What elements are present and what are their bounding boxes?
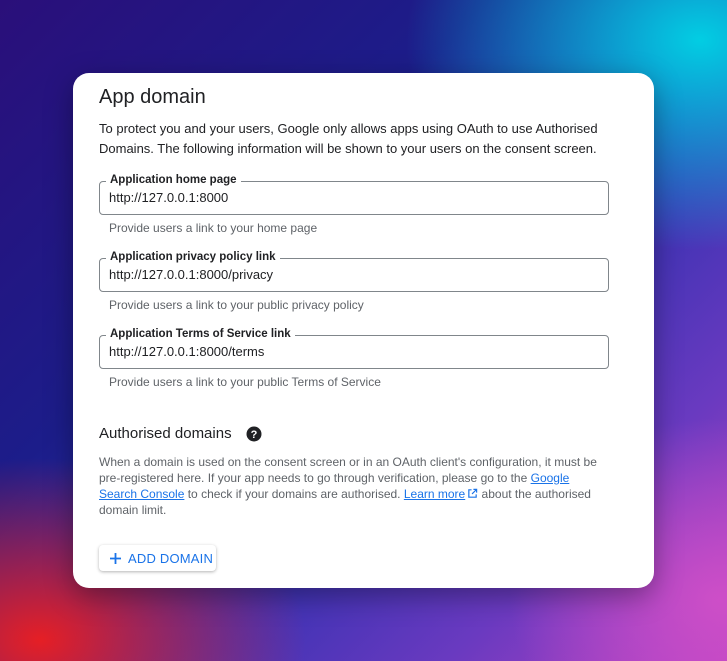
- add-domain-label: ADD DOMAIN: [128, 550, 214, 566]
- privacy-policy-field[interactable]: Application privacy policy link http://1…: [99, 250, 609, 292]
- learn-more-link[interactable]: Learn more: [404, 487, 465, 501]
- svg-text:?: ?: [251, 429, 258, 441]
- home-page-helper: Provide users a link to your home page: [109, 221, 318, 235]
- learn-more-label: Learn more: [403, 487, 466, 501]
- help-circle-icon[interactable]: ?: [246, 426, 262, 442]
- section-intro: To protect you and your users, Google on…: [99, 121, 598, 156]
- home-page-field[interactable]: Application home page http://127.0.0.1:8…: [99, 173, 609, 215]
- home-page-input[interactable]: http://127.0.0.1:8000: [109, 182, 228, 214]
- add-domain-button[interactable]: ADD DOMAIN: [99, 545, 216, 571]
- app-domain-card: App domain To protect you and your users…: [73, 73, 654, 588]
- plus-icon: [110, 552, 121, 564]
- privacy-policy-input[interactable]: http://127.0.0.1:8000/privacy: [109, 259, 273, 291]
- section-title: App domain: [99, 86, 206, 108]
- external-link-icon: [468, 488, 478, 498]
- desc-text-1: When a domain is used on the consent scr…: [99, 455, 597, 485]
- privacy-policy-helper: Provide users a link to your public priv…: [109, 298, 364, 312]
- authorised-domains-heading: Authorised domains: [99, 425, 232, 442]
- authorised-domains-description: When a domain is used on the consent scr…: [99, 454, 609, 518]
- terms-of-service-helper: Provide users a link to your public Term…: [109, 375, 381, 389]
- desc-text-2: to check if your domains are authorised.: [184, 487, 404, 501]
- terms-of-service-field[interactable]: Application Terms of Service link http:/…: [99, 327, 609, 369]
- terms-of-service-input[interactable]: http://127.0.0.1:8000/terms: [109, 336, 264, 368]
